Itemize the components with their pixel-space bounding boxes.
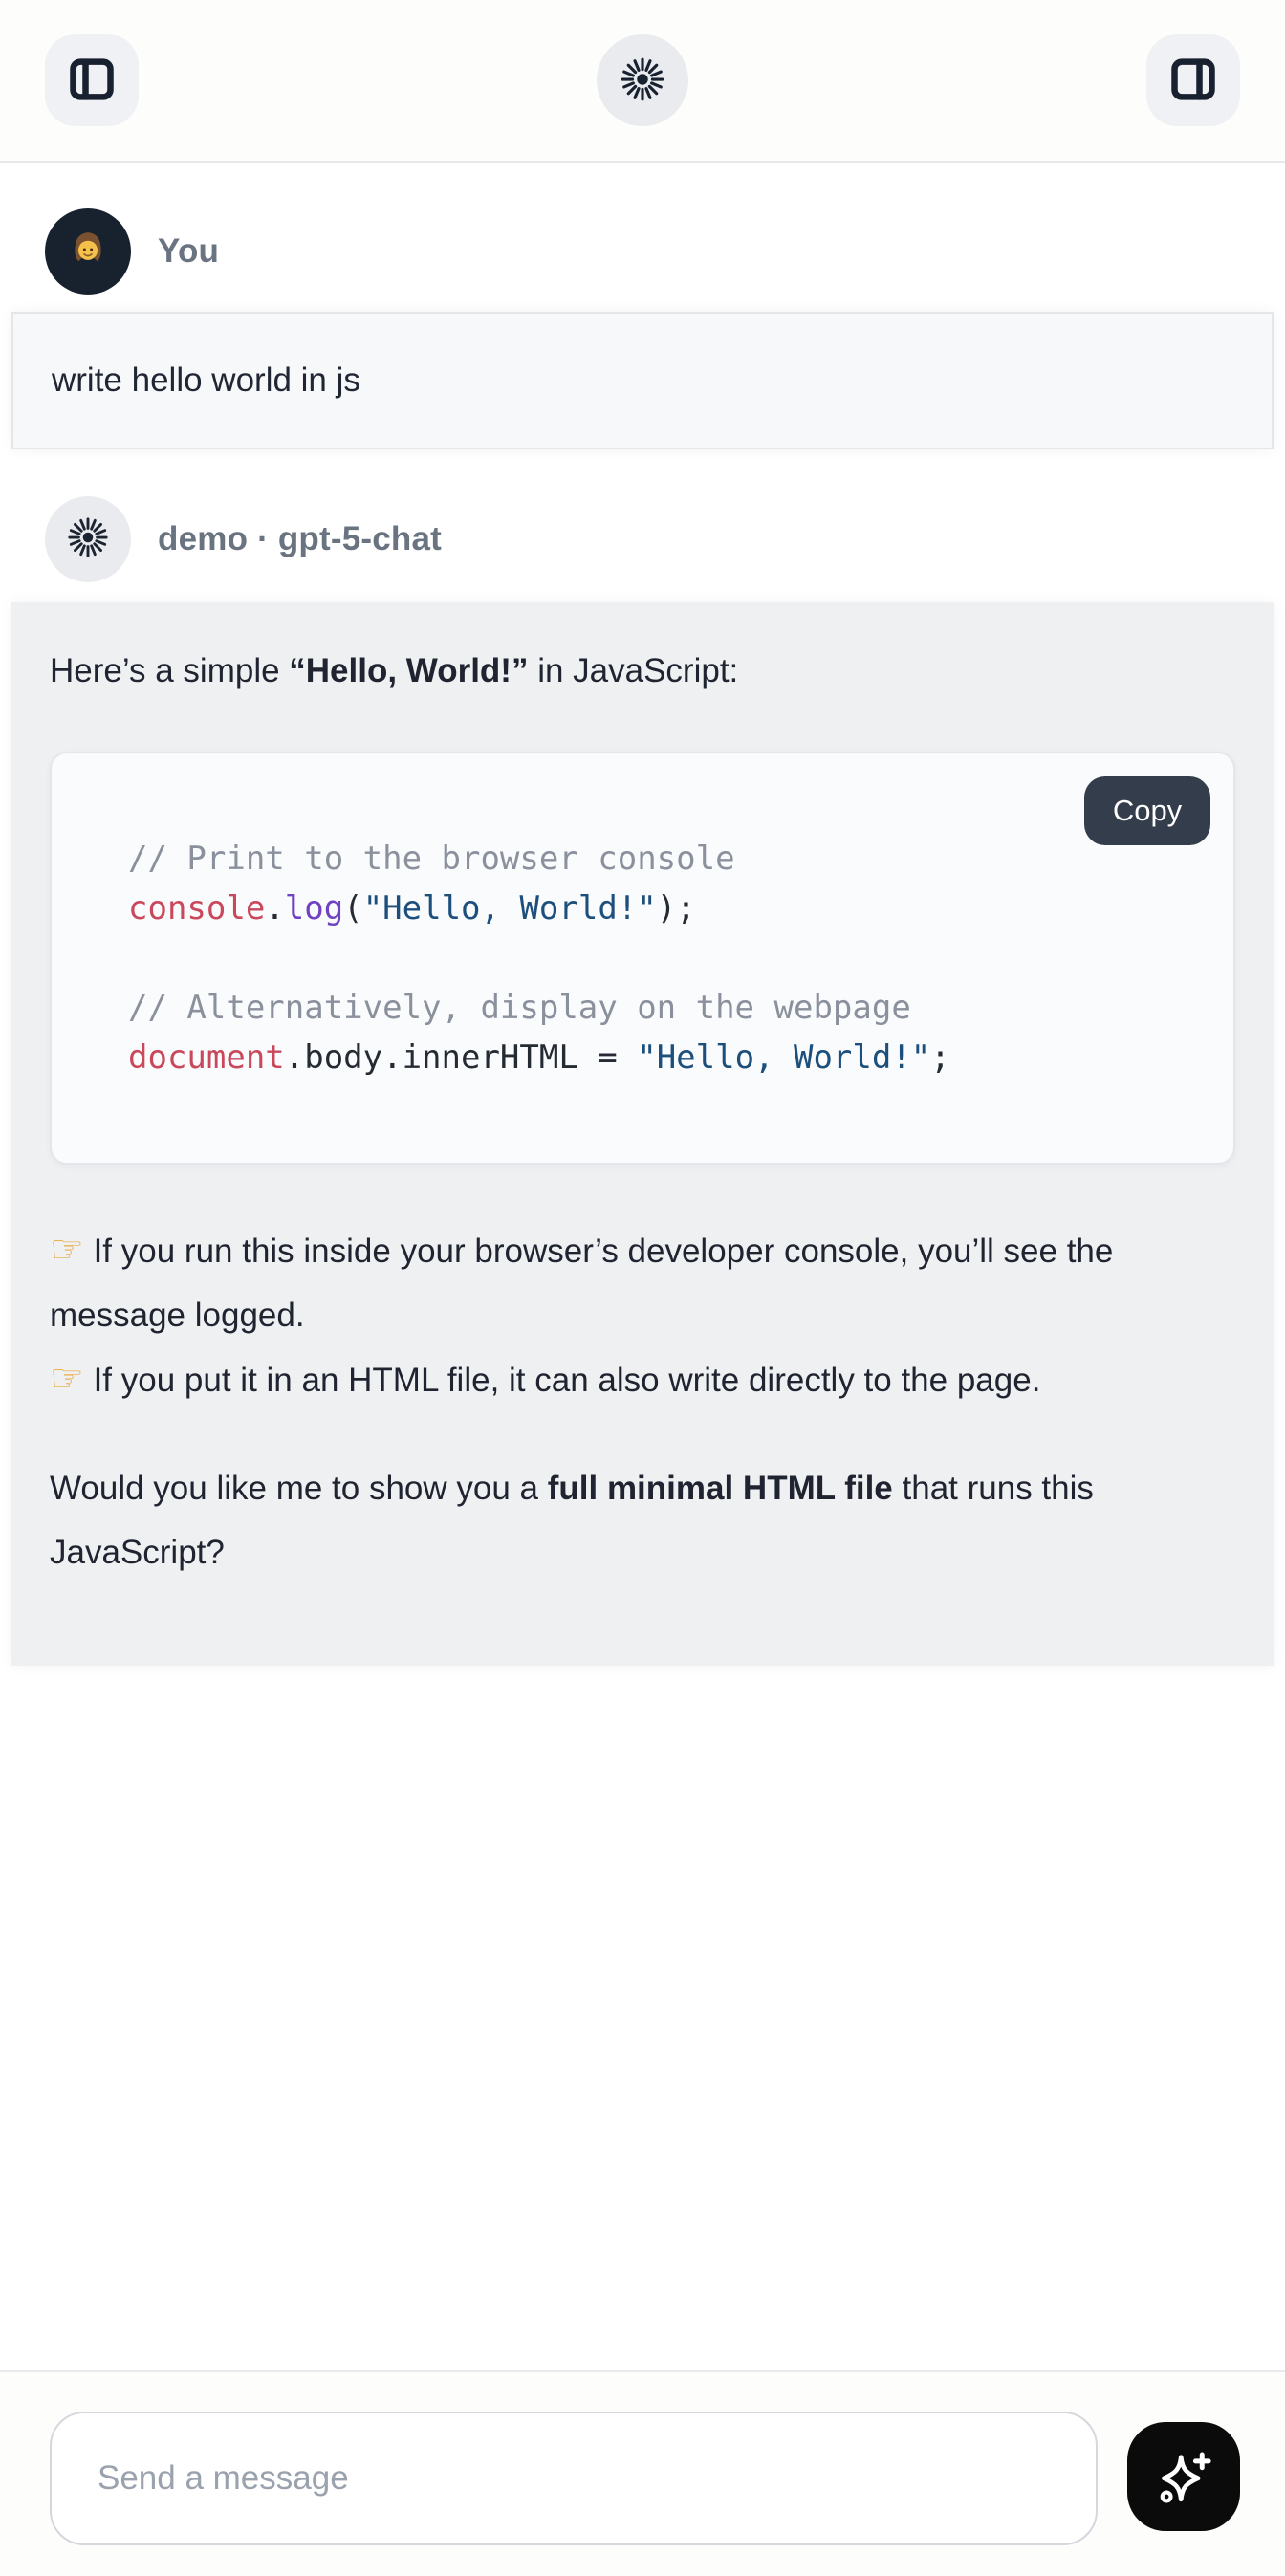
model-spinner-button[interactable] xyxy=(597,34,688,126)
tip-text: If you run this inside your browser’s de… xyxy=(50,1233,1113,1334)
model-name-label: demo · gpt-5-chat xyxy=(158,520,442,558)
panel-right-icon xyxy=(1168,55,1218,107)
assistant-tips: ☞ If you run this inside your browser’s … xyxy=(50,1218,1235,1412)
starburst-icon xyxy=(66,515,110,564)
copy-code-button[interactable]: Copy xyxy=(1084,776,1210,845)
assistant-question-line: Would you like me to show you a full min… xyxy=(50,1456,1235,1584)
assistant-message-header: demo · gpt-5-chat xyxy=(45,496,1285,582)
user-message-bubble: write hello world in js xyxy=(11,312,1274,449)
code-comment: // Print to the browser console xyxy=(128,840,735,878)
assistant-message-bubble: Here’s a simple “Hello, World!” in JavaS… xyxy=(11,602,1274,1666)
intro-text: Here’s a simple xyxy=(50,652,289,689)
code-object: console xyxy=(128,889,265,928)
code-string: "Hello, World!" xyxy=(637,1038,930,1077)
user-message-text: write hello world in js xyxy=(52,361,360,400)
tip-line: ☞ If you put it in an HTML file, it can … xyxy=(50,1347,1235,1412)
panel-left-icon xyxy=(67,55,117,107)
top-bar xyxy=(0,0,1285,163)
sparkle-plus-icon xyxy=(1152,2444,1215,2510)
code-line: // Print to the browser console xyxy=(128,834,1157,884)
sidebar-toggle-button[interactable] xyxy=(45,34,139,126)
code-line: // Alternatively, display on the webpage xyxy=(128,983,1157,1033)
code-line-blank xyxy=(128,933,1157,983)
tip-text: If you put it in an HTML file, it can al… xyxy=(84,1362,1041,1399)
assistant-avatar xyxy=(45,496,131,582)
pointing-right-emoji: ☞ xyxy=(50,1357,84,1401)
intro-text-after: in JavaScript: xyxy=(528,652,738,689)
user-message-header: You xyxy=(45,208,1285,295)
right-panel-toggle-button[interactable] xyxy=(1146,34,1240,126)
code-line: document.body.innerHTML = "Hello, World!… xyxy=(128,1033,1157,1082)
starburst-icon xyxy=(619,55,666,106)
tip-line: ☞ If you run this inside your browser’s … xyxy=(50,1218,1235,1347)
code-object: document xyxy=(128,1038,285,1077)
pointing-right-emoji: ☞ xyxy=(50,1228,84,1272)
code-string: "Hello, World!" xyxy=(363,889,657,928)
code-function: log xyxy=(285,889,343,928)
question-bold-text: full minimal HTML file xyxy=(548,1470,893,1507)
composer-bar xyxy=(0,2370,1285,2576)
code-block: Copy // Print to the browser console con… xyxy=(50,752,1235,1165)
message-input[interactable] xyxy=(50,2412,1098,2545)
intro-bold-text: “Hello, World!” xyxy=(289,652,528,689)
person-emoji-icon xyxy=(60,222,116,282)
send-button[interactable] xyxy=(1127,2422,1240,2531)
question-text: Would you like me to show you a xyxy=(50,1470,548,1507)
user-name-label: You xyxy=(158,232,219,271)
user-avatar xyxy=(45,208,131,295)
code-comment: // Alternatively, display on the webpage xyxy=(128,989,911,1027)
assistant-intro-line: Here’s a simple “Hello, World!” in JavaS… xyxy=(50,646,1235,696)
code-line: console.log("Hello, World!"); xyxy=(128,884,1157,933)
